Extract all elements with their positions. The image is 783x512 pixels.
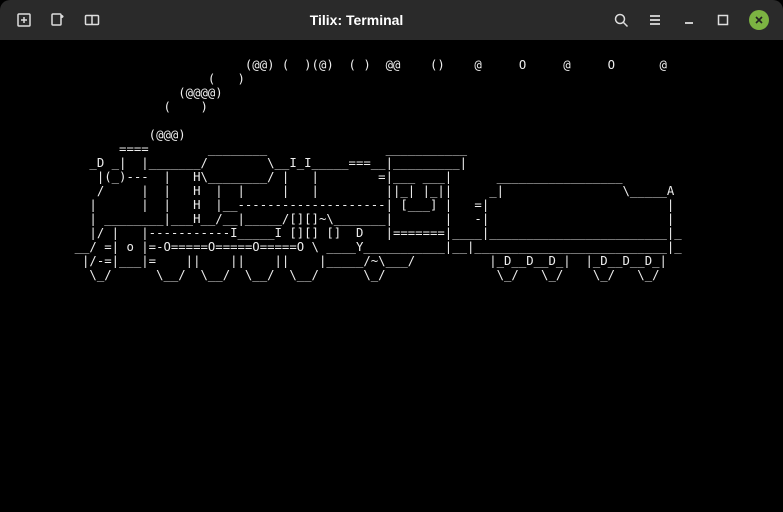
maximize-icon[interactable] <box>715 12 731 28</box>
titlebar-right <box>613 10 773 30</box>
terminal-body[interactable]: (@@) ( )(@) ( ) @@ () @ O @ O @ ( ) (@@@… <box>0 40 783 512</box>
minimize-icon[interactable] <box>681 12 697 28</box>
add-tab-icon[interactable] <box>16 12 32 28</box>
new-session-icon[interactable] <box>50 12 66 28</box>
app-window: Tilix: Terminal <box>0 0 783 512</box>
titlebar-left <box>10 12 100 28</box>
ascii-art-output: (@@) ( )(@) ( ) @@ () @ O @ O @ ( ) (@@@… <box>8 58 775 282</box>
titlebar: Tilix: Terminal <box>0 0 783 40</box>
search-icon[interactable] <box>613 12 629 28</box>
menu-icon[interactable] <box>647 12 663 28</box>
close-icon[interactable] <box>749 10 769 30</box>
split-icon[interactable] <box>84 12 100 28</box>
window-title: Tilix: Terminal <box>100 12 613 28</box>
